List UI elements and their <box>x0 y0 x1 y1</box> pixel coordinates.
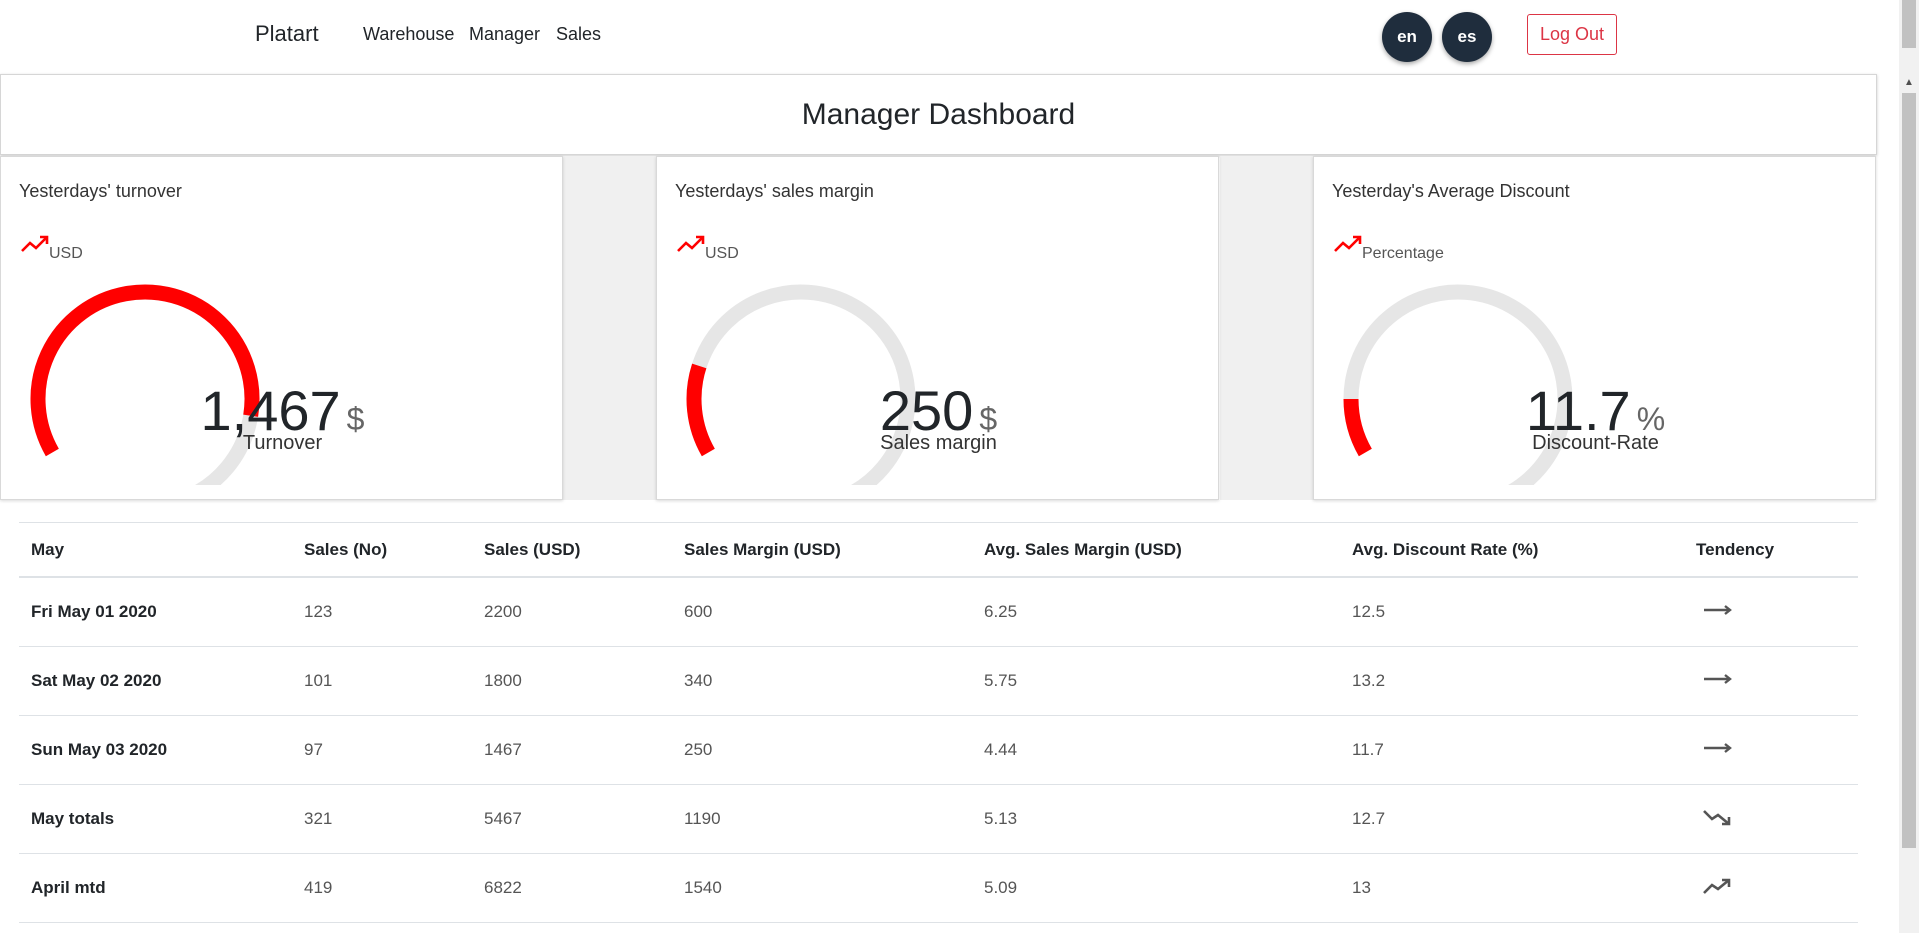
gauge-label: Turnover <box>242 432 323 454</box>
cell-sales-no: 321 <box>292 784 472 854</box>
trending-up-icon <box>1334 235 1362 252</box>
kpi-card-sales-margin: Yesterdays' sales margin USD 250 $ Sales … <box>656 156 1219 500</box>
cell-avg-discount-rate: 11.7 <box>1340 715 1684 785</box>
scroll-up-icon[interactable]: ▲ <box>1899 75 1919 91</box>
cell-tendency <box>1684 646 1858 716</box>
kpi-title: Yesterday's Average Discount <box>1332 181 1570 201</box>
column-header-avg-discount-rate: Avg. Discount Rate (%) <box>1340 522 1684 578</box>
table-row: Sun May 03 2020 97 1467 250 4.44 11.7 <box>19 715 1858 785</box>
kpi-title: Yesterdays' sales margin <box>675 181 874 201</box>
cell-sales-no: 97 <box>292 715 472 785</box>
scrollbar[interactable]: ▲ <box>1899 0 1919 933</box>
sales-table: May Sales (No) Sales (USD) Sales Margin … <box>19 522 1858 923</box>
column-header-sales-margin: Sales Margin (USD) <box>672 522 972 578</box>
kpi-card-turnover: Yesterdays' turnover USD 1,467 $ Turnover <box>0 156 563 500</box>
column-header-sales-usd: Sales (USD) <box>472 522 672 578</box>
trending-up-icon <box>1703 878 1731 894</box>
table-header-row: May Sales (No) Sales (USD) Sales Margin … <box>19 522 1858 578</box>
cell-avg-discount-rate: 12.7 <box>1340 784 1684 854</box>
cell-avg-sales-margin: 4.44 <box>972 715 1340 785</box>
column-header-sales-no: Sales (No) <box>292 522 472 578</box>
cell-sales-usd: 1467 <box>472 715 672 785</box>
nav-link-manager[interactable]: Manager <box>469 24 540 45</box>
cell-avg-sales-margin: 5.75 <box>972 646 1340 716</box>
kpi-unit: Percentage <box>1362 245 1444 262</box>
cell-sales-usd: 5467 <box>472 784 672 854</box>
gauge-label: Discount-Rate <box>1532 432 1659 454</box>
cell-date: Sun May 03 2020 <box>19 715 292 785</box>
cell-tendency <box>1684 715 1858 785</box>
scrollbar-thumb[interactable] <box>1902 93 1916 848</box>
trending-up-icon <box>677 235 705 252</box>
column-header-avg-sales-margin: Avg. Sales Margin (USD) <box>972 522 1340 578</box>
cell-avg-sales-margin: 5.09 <box>972 853 1340 923</box>
gauge-label: Sales margin <box>880 432 997 454</box>
kpi-gap <box>1220 156 1313 500</box>
logout-button[interactable]: Log Out <box>1527 14 1617 55</box>
arrow-right-icon <box>1704 742 1732 753</box>
nav-link-warehouse[interactable]: Warehouse <box>363 24 454 45</box>
cell-tendency <box>1684 577 1858 647</box>
cell-sales-margin: 340 <box>672 646 972 716</box>
cell-sales-usd: 6822 <box>472 853 672 923</box>
table-row: May totals 321 5467 1190 5.13 12.7 <box>19 784 1858 854</box>
language-es-button[interactable]: es <box>1442 12 1492 62</box>
cell-avg-sales-margin: 5.13 <box>972 784 1340 854</box>
arrow-right-icon <box>1704 604 1732 615</box>
cell-avg-discount-rate: 12.5 <box>1340 577 1684 647</box>
trending-up-icon <box>21 235 49 252</box>
cell-sales-no: 123 <box>292 577 472 647</box>
cell-avg-sales-margin: 6.25 <box>972 577 1340 647</box>
cell-sales-margin: 250 <box>672 715 972 785</box>
column-header-month: May <box>19 522 292 578</box>
kpi-card-average-discount: Yesterday's Average Discount Percentage … <box>1313 156 1876 500</box>
brand-logo[interactable]: Platart <box>255 21 319 47</box>
cell-sales-margin: 600 <box>672 577 972 647</box>
cell-sales-margin: 1190 <box>672 784 972 854</box>
scrollbar-top-segment <box>1902 0 1916 48</box>
kpi-gap <box>563 156 656 500</box>
cell-date: Fri May 01 2020 <box>19 577 292 647</box>
cell-date: May totals <box>19 784 292 854</box>
table-row: Sat May 02 2020 101 1800 340 5.75 13.2 <box>19 646 1858 716</box>
cell-sales-margin: 1540 <box>672 853 972 923</box>
arrow-right-icon <box>1704 673 1732 684</box>
cell-date: Sat May 02 2020 <box>19 646 292 716</box>
kpi-title: Yesterdays' turnover <box>19 181 182 201</box>
table-row: Fri May 01 2020 123 2200 600 6.25 12.5 <box>19 577 1858 647</box>
kpi-unit: USD <box>705 245 739 262</box>
cell-sales-usd: 1800 <box>472 646 672 716</box>
cell-tendency <box>1684 784 1858 854</box>
kpi-unit: USD <box>49 245 83 262</box>
dashboard-header: Manager Dashboard <box>0 74 1877 155</box>
trending-down-icon <box>1703 809 1731 825</box>
table-row: April mtd 419 6822 1540 5.09 13 <box>19 853 1858 923</box>
cell-sales-no: 419 <box>292 853 472 923</box>
cell-date: April mtd <box>19 853 292 923</box>
cell-avg-discount-rate: 13.2 <box>1340 646 1684 716</box>
cell-sales-no: 101 <box>292 646 472 716</box>
page-title: Manager Dashboard <box>801 97 1076 131</box>
column-header-tendency: Tendency <box>1684 522 1858 578</box>
navbar: Platart Warehouse Manager Sales en es Lo… <box>0 0 1899 73</box>
nav-link-sales[interactable]: Sales <box>556 24 601 45</box>
language-en-button[interactable]: en <box>1382 12 1432 62</box>
sales-table-container: May Sales (No) Sales (USD) Sales Margin … <box>19 522 1858 923</box>
cell-avg-discount-rate: 13 <box>1340 853 1684 923</box>
cell-sales-usd: 2200 <box>472 577 672 647</box>
cell-tendency <box>1684 853 1858 923</box>
